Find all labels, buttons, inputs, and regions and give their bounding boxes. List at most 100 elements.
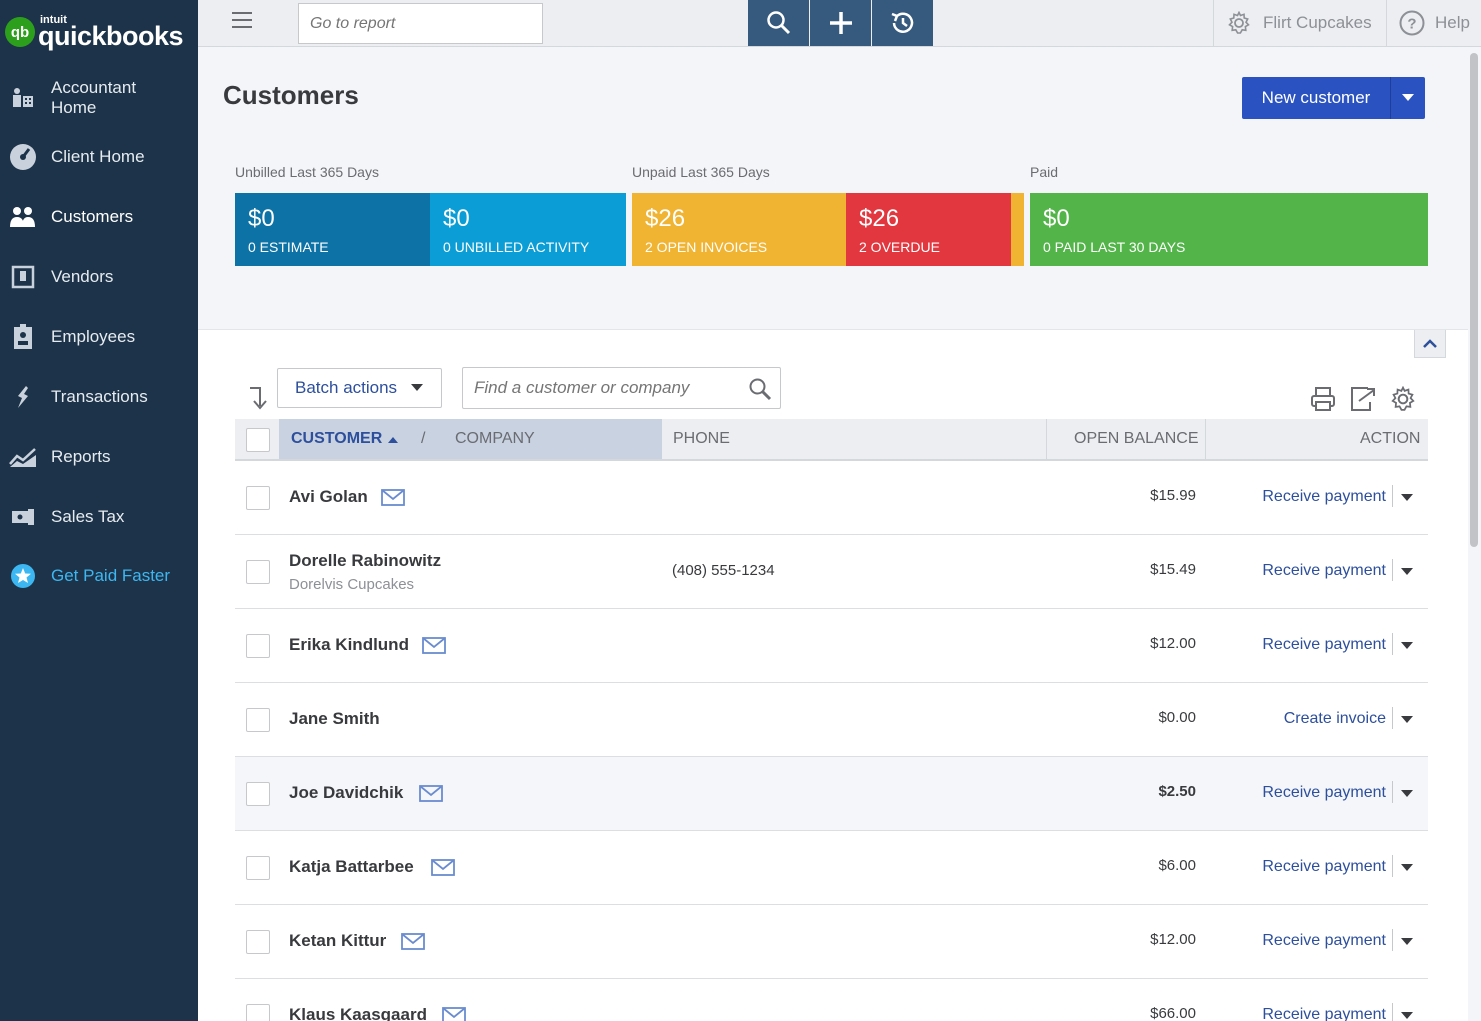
- table-row[interactable]: Katja Battarbee $6.00 Receive payment: [235, 831, 1428, 905]
- row-action-link[interactable]: Receive payment: [1262, 562, 1386, 580]
- caret-down-icon[interactable]: [1401, 494, 1413, 502]
- stat-label: 2 OPEN INVOICES: [645, 239, 768, 255]
- customer-name[interactable]: Dorelle Rabinowitz: [289, 551, 441, 571]
- sidebar-item-reports[interactable]: Reports: [0, 446, 198, 468]
- row-checkbox[interactable]: [246, 560, 270, 584]
- sidebar-item-vendors[interactable]: Vendors: [0, 265, 198, 289]
- table-row[interactable]: Jane Smith $0.00 Create invoice: [235, 683, 1428, 757]
- row-action-link[interactable]: Receive payment: [1262, 932, 1386, 950]
- column-header-customer[interactable]: CUSTOMER: [291, 419, 399, 459]
- sidebar-item-customers[interactable]: Customers: [0, 206, 198, 228]
- row-checkbox[interactable]: [246, 782, 270, 806]
- stat-open-invoices[interactable]: $26 2 OPEN INVOICES: [632, 193, 846, 266]
- open-balance: $6.00: [1158, 857, 1196, 874]
- email-icon[interactable]: [422, 637, 446, 654]
- company-name: Flirt Cupcakes: [1263, 13, 1372, 32]
- history-icon: [891, 12, 913, 33]
- row-checkbox[interactable]: [246, 1004, 270, 1021]
- table-row[interactable]: Joe Davidchik $2.50 Receive payment: [235, 757, 1428, 831]
- customer-name[interactable]: Avi Golan: [289, 487, 368, 507]
- paid-caption: Paid: [1030, 164, 1059, 180]
- gear-icon: [1228, 11, 1250, 34]
- customer-name[interactable]: Erika Kindlund: [289, 635, 409, 655]
- badge-icon: [9, 323, 37, 351]
- caret-down-icon[interactable]: [1401, 938, 1413, 946]
- sidebar-item-label: Employees: [51, 327, 136, 346]
- gear-icon[interactable]: [1390, 386, 1416, 412]
- quickbooks-logo[interactable]: qb intuit quickbooks: [5, 14, 184, 50]
- new-customer-dropdown[interactable]: [1391, 94, 1425, 102]
- stat-paid-last-30-days[interactable]: $0 0 PAID LAST 30 DAYS: [1030, 193, 1428, 266]
- sidebar-item-employees[interactable]: Employees: [0, 323, 198, 351]
- row-checkbox[interactable]: [246, 634, 270, 658]
- new-customer-button[interactable]: New customer: [1242, 77, 1425, 119]
- customer-name[interactable]: Jane Smith: [289, 709, 380, 729]
- stat-amount: $0: [1043, 205, 1070, 232]
- caret-down-icon[interactable]: [1401, 568, 1413, 576]
- email-icon[interactable]: [419, 785, 443, 802]
- company-settings-button[interactable]: Flirt Cupcakes: [1213, 0, 1386, 46]
- recent-transactions-button[interactable]: [872, 0, 933, 46]
- stat-label: 0 UNBILLED ACTIVITY: [443, 239, 590, 255]
- export-icon[interactable]: [1350, 386, 1376, 412]
- row-checkbox[interactable]: [246, 708, 270, 732]
- row-checkbox[interactable]: [246, 856, 270, 880]
- sidebar-item-sales-tax[interactable]: Sales Tax: [0, 506, 198, 528]
- customer-name[interactable]: Ketan Kittur: [289, 931, 386, 951]
- row-action-link[interactable]: Create invoice: [1284, 710, 1386, 728]
- go-to-report-input[interactable]: [298, 3, 543, 44]
- page-scrollbar[interactable]: [1468, 47, 1481, 1021]
- search-button[interactable]: [748, 0, 809, 46]
- row-action-link[interactable]: Receive payment: [1262, 1006, 1386, 1021]
- batch-actions-button[interactable]: Batch actions: [277, 368, 442, 408]
- table-row[interactable]: Klaus Kaasgaard $66.00 Receive payment: [235, 979, 1428, 1021]
- search-icon[interactable]: [748, 377, 772, 401]
- caret-down-icon[interactable]: [1401, 790, 1413, 798]
- transactions-icon: [9, 383, 37, 411]
- open-balance: $15.49: [1150, 561, 1196, 578]
- caret-down-icon[interactable]: [1401, 642, 1413, 650]
- caret-down-icon[interactable]: [1401, 1012, 1413, 1020]
- sidebar-item-get-paid-faster[interactable]: Get Paid Faster: [0, 564, 198, 588]
- row-checkbox[interactable]: [246, 486, 270, 510]
- open-balance: $15.99: [1150, 487, 1196, 504]
- caret-down-icon[interactable]: [1401, 864, 1413, 872]
- help-button[interactable]: ? Help: [1386, 0, 1481, 46]
- customer-name[interactable]: Katja Battarbee: [289, 857, 414, 877]
- menu-icon[interactable]: [232, 12, 252, 28]
- sidebar-item-label: Sales Tax: [51, 507, 125, 526]
- row-action-link[interactable]: Receive payment: [1262, 858, 1386, 876]
- column-header-company[interactable]: COMPANY: [455, 419, 535, 459]
- row-action-link[interactable]: Receive payment: [1262, 784, 1386, 802]
- stat-unbilled-activity[interactable]: $0 0 UNBILLED ACTIVITY: [430, 193, 626, 266]
- print-icon[interactable]: [1310, 386, 1336, 412]
- email-icon[interactable]: [442, 1007, 466, 1021]
- create-button[interactable]: [810, 0, 871, 46]
- table-row[interactable]: Avi Golan $15.99 Receive payment: [235, 461, 1428, 535]
- collapse-button[interactable]: [1414, 330, 1446, 358]
- table-row[interactable]: Ketan Kittur $12.00 Receive payment: [235, 905, 1428, 979]
- sidebar-item-client-home[interactable]: Client Home: [0, 144, 198, 170]
- find-customer-input[interactable]: [462, 367, 781, 409]
- stat-overdue[interactable]: $26 2 OVERDUE: [846, 193, 1011, 266]
- scrollbar-thumb[interactable]: [1470, 53, 1478, 547]
- customer-name[interactable]: Joe Davidchik: [289, 783, 403, 803]
- stat-label: 0 ESTIMATE: [248, 239, 329, 255]
- caret-down-icon[interactable]: [1401, 716, 1413, 724]
- customer-name[interactable]: Klaus Kaasgaard: [289, 1005, 427, 1021]
- table-row[interactable]: Dorelle Rabinowitz Dorelvis Cupcakes (40…: [235, 535, 1428, 609]
- email-icon[interactable]: [381, 489, 405, 506]
- sidebar-item-transactions[interactable]: Transactions: [0, 386, 198, 408]
- sidebar-item-accountant-home[interactable]: Accountant Home: [0, 78, 198, 118]
- stat-estimate[interactable]: $0 0 ESTIMATE: [235, 193, 430, 266]
- row-action-link[interactable]: Receive payment: [1262, 488, 1386, 506]
- email-icon[interactable]: [431, 859, 455, 876]
- select-all-checkbox[interactable]: [246, 428, 270, 452]
- sort-arrow-icon[interactable]: [246, 386, 268, 410]
- row-action-link[interactable]: Receive payment: [1262, 636, 1386, 654]
- table-row[interactable]: Erika Kindlund $12.00 Receive payment: [235, 609, 1428, 683]
- column-header-phone[interactable]: PHONE: [673, 419, 730, 459]
- email-icon[interactable]: [401, 933, 425, 950]
- column-header-open-balance[interactable]: OPEN BALANCE: [1074, 419, 1198, 459]
- row-checkbox[interactable]: [246, 930, 270, 954]
